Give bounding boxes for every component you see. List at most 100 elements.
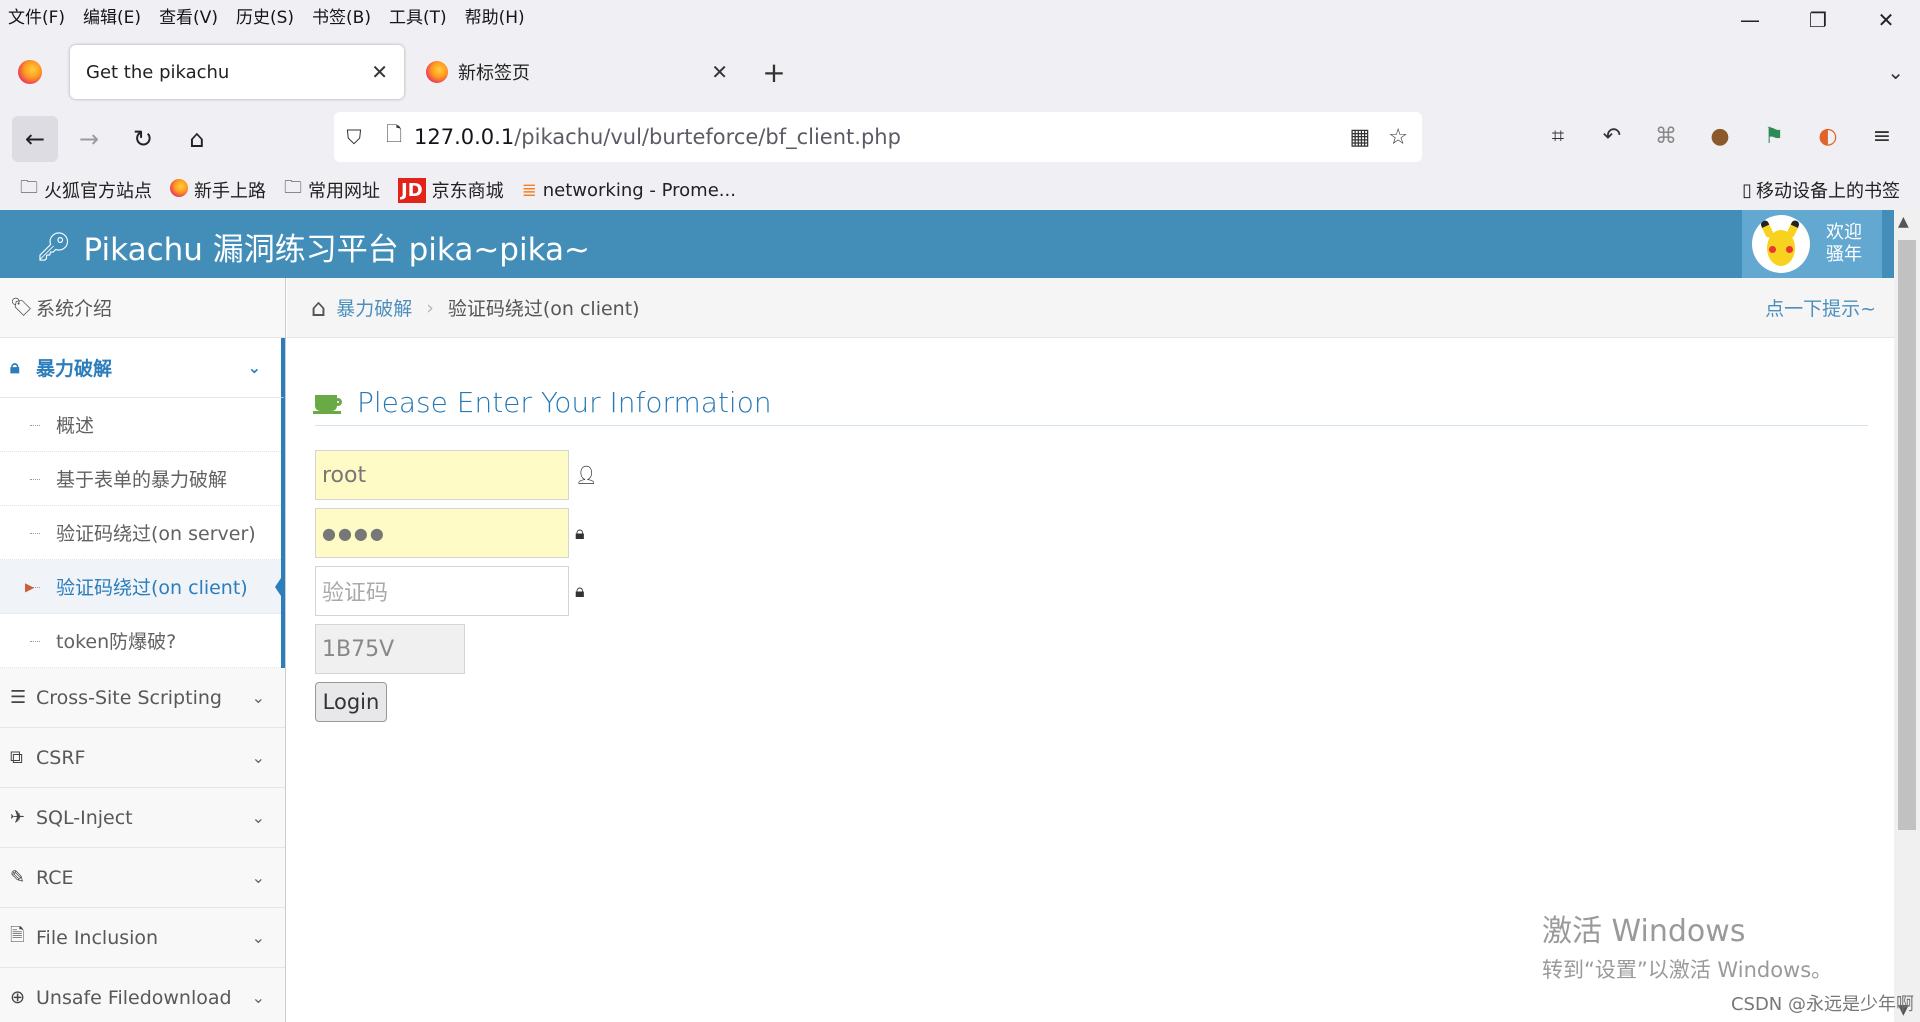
sidebar-item-filedownload[interactable]: ⊕ Unsafe Filedownload ⌄ (0, 968, 285, 1022)
bookmark-item[interactable]: 新手上路 (170, 177, 266, 203)
site-header: 🔑︎ Pikachu 漏洞练习平台 pika~pika~ 欢迎 骚年 (0, 210, 1894, 278)
user-menu[interactable]: 欢迎 骚年 (1742, 210, 1882, 278)
sidebar-item-xss[interactable]: ☰ Cross-Site Scripting ⌄ (0, 668, 285, 728)
bookmark-label: 火狐官方站点 (44, 181, 152, 202)
password-input[interactable]: ●●●● (315, 508, 569, 558)
submenu-item-captcha-client[interactable]: ▶ 验证码绕过(on client) (0, 560, 285, 614)
sidebar-item-label: SQL-Inject (36, 806, 133, 829)
extension-icons: ⌗ ↶ ⌘ ● ⚑ ◐ ≡ (1540, 118, 1900, 154)
welcome-line: 欢迎 (1826, 222, 1862, 243)
menu-help[interactable]: 帮助(H) (465, 3, 525, 28)
site-title[interactable]: 🔑︎ Pikachu 漏洞练习平台 pika~pika~ (36, 224, 590, 269)
vertical-scrollbar[interactable]: ▲ ▼ (1894, 210, 1920, 1022)
username-input[interactable]: root (315, 450, 569, 500)
menu-bookmarks[interactable]: 书签(B) (312, 3, 371, 28)
chevron-down-icon[interactable]: ⌄ (1887, 60, 1904, 84)
close-tab-icon[interactable]: ✕ (371, 60, 388, 84)
sidebar-item-label: File Inclusion (36, 926, 159, 949)
page-icon[interactable]: 🗋 (374, 120, 414, 154)
close-window-button[interactable]: ✕ (1852, 0, 1920, 40)
submenu-item-captcha-server[interactable]: 验证码绕过(on server) (0, 506, 281, 560)
star-bookmark-icon[interactable]: ☆ (1388, 125, 1408, 150)
menu-edit[interactable]: 编辑(E) (83, 3, 141, 28)
sidebar-item-sqli[interactable]: ✈ SQL-Inject ⌄ (0, 788, 285, 848)
submenu-item-form-bruteforce[interactable]: 基于表单的暴力破解 (0, 452, 281, 506)
command-icon[interactable]: ⌘ (1648, 118, 1684, 154)
bookmark-item[interactable]: 🗀 常用网址 (284, 175, 380, 205)
submenu-label: 概述 (56, 415, 95, 437)
tab-label: Get the pikachu (86, 61, 230, 83)
tab-bar: Get the pikachu ✕ 新标签页 ✕ + ⌄ (0, 40, 1920, 104)
minimize-button[interactable]: — (1716, 0, 1784, 40)
home-icon[interactable]: ⌂ (311, 294, 326, 322)
firefox-icon (426, 61, 448, 83)
sidebar-item-label: 系统介绍 (36, 298, 113, 320)
chevron-down-icon: ⌄ (251, 868, 265, 887)
bookmark-item[interactable]: JD 京东商城 (398, 177, 504, 203)
login-form: root 👤︎ ●●●● 🔒︎ 验证码 🔒︎ 1B75V Login (315, 450, 1868, 722)
submenu-item-overview[interactable]: 概述 (0, 398, 281, 452)
scrollbar-thumb[interactable] (1898, 240, 1916, 830)
menu-file[interactable]: 文件(F) (8, 3, 65, 28)
jd-icon: JD (398, 177, 426, 203)
qr-code-icon[interactable]: ▦ (1349, 125, 1370, 150)
back-button[interactable]: ← (12, 116, 58, 162)
new-tab-button[interactable]: + (754, 56, 794, 89)
proxy-icon[interactable]: ◐ (1810, 118, 1846, 154)
csdn-watermark: CSDN @永远是少年啊 (1730, 994, 1914, 1015)
cookie-icon[interactable]: ● (1702, 118, 1738, 154)
username-label: 骚年 (1826, 244, 1862, 265)
breadcrumb-link[interactable]: 暴力破解 (336, 294, 412, 321)
sidebar-item-bruteforce[interactable]: 🔒︎ 暴力破解 ⌄ (0, 338, 285, 398)
windows-activation-watermark: 激活 Windows 转到“设置”以激活 Windows。 (1542, 906, 1832, 984)
chevron-down-icon: ⌄ (251, 808, 265, 827)
breadcrumb: ⌂ 暴力破解 › 验证码绕过(on client) 点一下提示~ (287, 278, 1894, 338)
menu-tools[interactable]: 工具(T) (389, 3, 447, 28)
hint-link[interactable]: 点一下提示~ (1765, 294, 1876, 321)
site-title-text: Pikachu 漏洞练习平台 pika~pika~ (83, 232, 590, 268)
bookmark-label: 京东商城 (431, 181, 504, 202)
list-icon: ☰ (10, 687, 27, 708)
url-host: 127.0.0.1 (414, 125, 515, 149)
sidebar-item-file-inclusion[interactable]: 🗎 File Inclusion ⌄ (0, 908, 285, 968)
bookmark-item[interactable]: 🗀 火狐官方站点 (20, 175, 152, 205)
mobile-bookmarks[interactable]: ▯ 移动设备上的书签 (1742, 177, 1900, 203)
share-icon: ⧉ (10, 747, 23, 768)
chevron-down-icon: ⌄ (251, 748, 265, 767)
sidebar-item-intro[interactable]: 🏷︎ 系统介绍 (0, 278, 285, 338)
reload-button[interactable]: ↻ (120, 116, 166, 162)
active-pointer (275, 572, 285, 602)
tab-new[interactable]: 新标签页 ✕ (410, 45, 744, 99)
firefox-view-button[interactable] (0, 47, 60, 97)
undo-icon[interactable]: ↶ (1594, 118, 1630, 154)
forward-button[interactable]: → (66, 116, 112, 162)
folder-icon: 🗀 (20, 177, 38, 198)
plane-icon: ✈ (10, 807, 26, 828)
submenu-item-token[interactable]: token防爆破? (0, 614, 281, 668)
page-content: Please Enter Your Information root 👤︎ ●●… (287, 380, 1894, 722)
close-tab-icon[interactable]: ✕ (711, 60, 728, 84)
menu-history[interactable]: 历史(S) (236, 3, 294, 28)
captcha-code[interactable]: 1B75V (315, 624, 465, 674)
bookmark-item[interactable]: ≣ networking - Prome... (522, 180, 736, 201)
captcha-input[interactable]: 验证码 (315, 566, 569, 616)
home-button[interactable]: ⌂ (174, 116, 220, 162)
caret-right-icon: ▶ (25, 579, 35, 594)
crop-icon[interactable]: ⌗ (1540, 118, 1576, 154)
shield-icon[interactable]: ⛉ (334, 125, 374, 149)
restore-button[interactable]: ❐ (1784, 0, 1852, 40)
menu-view[interactable]: 查看(V) (159, 3, 218, 28)
hackbar-icon[interactable]: ⚑ (1756, 118, 1792, 154)
sidebar-item-csrf[interactable]: ⧉ CSRF ⌄ (0, 728, 285, 788)
bookmark-label: networking - Prome... (542, 179, 736, 201)
sidebar-item-rce[interactable]: ✎ RCE ⌄ (0, 848, 285, 908)
chevron-down-icon: ⌄ (251, 988, 265, 1007)
hamburger-menu-icon[interactable]: ≡ (1864, 118, 1900, 154)
watermark-line: 激活 Windows (1542, 914, 1746, 949)
stack-icon: ≣ (521, 179, 537, 201)
scroll-up-icon[interactable]: ▲ (1898, 214, 1909, 230)
login-button[interactable]: Login (315, 682, 387, 722)
tab-pikachu[interactable]: Get the pikachu ✕ (70, 45, 404, 99)
url-bar[interactable]: ⛉ 🗋 127.0.0.1 /pikachu/vul/burteforce/bf… (334, 112, 1422, 162)
submenu-label: 基于表单的暴力破解 (56, 469, 228, 491)
